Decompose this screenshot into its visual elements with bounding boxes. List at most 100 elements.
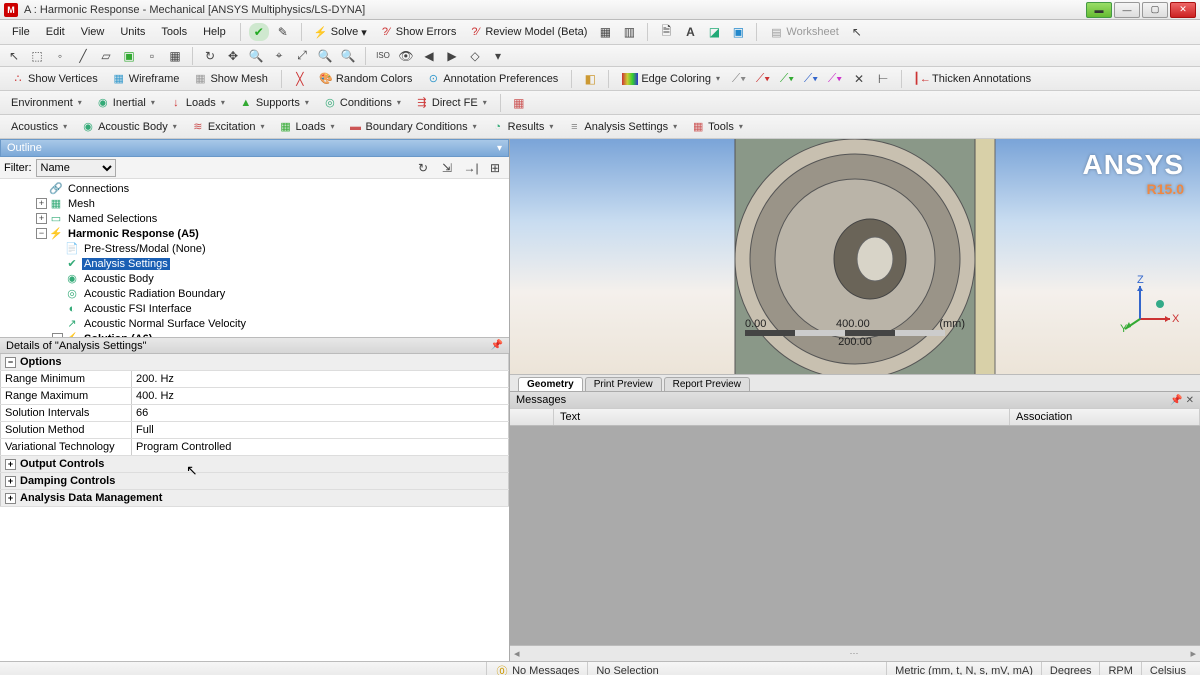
results-button[interactable]: ◔Results▾ bbox=[486, 118, 559, 136]
pan-icon[interactable]: ✥ bbox=[223, 47, 243, 65]
edge3-icon[interactable]: ⟋▾ bbox=[777, 70, 797, 88]
messages-pin-icon[interactable]: 📌 ✕ bbox=[1170, 395, 1194, 406]
tree-node-label[interactable]: Acoustic Radiation Boundary bbox=[82, 288, 227, 300]
tree-node[interactable]: 🔗Connections bbox=[0, 181, 509, 196]
show-errors-button[interactable]: ?⁄Show Errors bbox=[375, 23, 461, 41]
status-units[interactable]: Metric (mm, t, N, s, mV, mA) bbox=[886, 662, 1041, 675]
select-box-icon[interactable]: ⬚ bbox=[27, 47, 47, 65]
tree-node[interactable]: ◐Acoustic FSI Interface bbox=[0, 301, 509, 316]
select-face-icon[interactable]: ▱ bbox=[96, 47, 116, 65]
details-value[interactable]: 200. Hz bbox=[132, 371, 509, 387]
tree-node[interactable]: +▭Named Selections bbox=[0, 211, 509, 226]
details-group-header[interactable]: +Analysis Data Management bbox=[0, 490, 509, 507]
check-icon[interactable]: ✔ bbox=[249, 23, 269, 41]
conditions-button[interactable]: ◎Conditions▾ bbox=[318, 94, 406, 112]
solve-button[interactable]: ⚡Solve▾ bbox=[310, 23, 371, 41]
doc-icon[interactable]: 🗎 bbox=[656, 23, 676, 41]
analysis-settings-button[interactable]: ≡Analysis Settings▾ bbox=[562, 118, 682, 136]
acoustic-body-button[interactable]: ◉Acoustic Body▾ bbox=[76, 118, 182, 136]
group-expander[interactable]: + bbox=[5, 459, 16, 470]
orientation-triad[interactable]: X Z Y bbox=[1120, 274, 1180, 334]
tree-node-label[interactable]: Analysis Settings bbox=[82, 258, 170, 270]
edge1-icon[interactable]: ⟋▾ bbox=[729, 70, 749, 88]
details-row[interactable]: Solution Intervals66 bbox=[0, 405, 509, 422]
edge-coloring-button[interactable]: Edge Coloring▾ bbox=[617, 71, 725, 87]
details-group-header[interactable]: +Output Controls bbox=[0, 456, 509, 473]
details-group-header[interactable]: −Options bbox=[0, 354, 509, 371]
thicken-annotations-button[interactable]: ┃←Thicken Annotations bbox=[910, 70, 1036, 88]
letter-a-icon[interactable]: A bbox=[680, 23, 700, 41]
magnify-minus-icon[interactable]: 🔍 bbox=[338, 47, 358, 65]
select-node-icon[interactable]: ▫ bbox=[142, 47, 162, 65]
group-expander[interactable]: + bbox=[5, 476, 16, 487]
close-button[interactable]: ✕ bbox=[1170, 2, 1196, 18]
tree-expander[interactable]: + bbox=[36, 213, 47, 224]
minimize-button[interactable]: — bbox=[1114, 2, 1140, 18]
3d-viewport[interactable]: ANSYS R15.0 0.00 400 bbox=[510, 139, 1200, 374]
table-icon[interactable]: ▦ bbox=[509, 94, 529, 112]
expand-all-icon[interactable]: ⇲ bbox=[437, 159, 457, 177]
iso-view-icon[interactable]: ISO bbox=[373, 47, 393, 65]
details-value[interactable]: Program Controlled bbox=[132, 439, 509, 455]
group-expander[interactable]: + bbox=[5, 493, 16, 504]
select-body-icon[interactable]: ▣ bbox=[119, 47, 139, 65]
supports-button[interactable]: ▲Supports▾ bbox=[234, 94, 314, 112]
zoom-icon[interactable]: 🔍 bbox=[246, 47, 266, 65]
annotation-prefs-button[interactable]: ⊙Annotation Preferences bbox=[421, 70, 563, 88]
ruler-icon[interactable]: ╳ bbox=[290, 70, 310, 88]
next-view-icon[interactable]: ▶ bbox=[442, 47, 462, 65]
menu-edit[interactable]: Edit bbox=[40, 24, 71, 40]
menu-tools[interactable]: Tools bbox=[155, 24, 193, 40]
details-row[interactable]: Solution MethodFull bbox=[0, 422, 509, 439]
tree-node-label[interactable]: Acoustic Normal Surface Velocity bbox=[82, 318, 248, 330]
edge-h-icon[interactable]: ⊢ bbox=[873, 70, 893, 88]
boundary-conditions-button[interactable]: ▬Boundary Conditions▾ bbox=[344, 118, 482, 136]
show-vertices-button[interactable]: ∴Show Vertices bbox=[6, 70, 103, 88]
details-row[interactable]: Range Maximum400. Hz bbox=[0, 388, 509, 405]
cursor-icon[interactable]: ↖ bbox=[847, 23, 867, 41]
edge-cross-icon[interactable]: ✕ bbox=[849, 70, 869, 88]
select-arrow-icon[interactable]: ↖ bbox=[4, 47, 24, 65]
tree-node-label[interactable]: Connections bbox=[66, 183, 131, 195]
tab-print-preview[interactable]: Print Preview bbox=[585, 377, 662, 391]
tree-node[interactable]: ◉Acoustic Body bbox=[0, 271, 509, 286]
camera-icon[interactable]: ▣ bbox=[728, 23, 748, 41]
magnify-plus-icon[interactable]: 🔍 bbox=[315, 47, 335, 65]
details-value[interactable]: 400. Hz bbox=[132, 388, 509, 404]
tree-node-label[interactable]: Harmonic Response (A5) bbox=[66, 228, 201, 240]
menu-view[interactable]: View bbox=[75, 24, 111, 40]
review-model-button[interactable]: ?⁄Review Model (Beta) bbox=[464, 23, 591, 41]
group-expander[interactable]: − bbox=[5, 357, 16, 368]
details-value[interactable]: Full bbox=[132, 422, 509, 438]
tree-expander[interactable]: + bbox=[36, 198, 47, 209]
tree-node-label[interactable]: Named Selections bbox=[66, 213, 159, 225]
tree-node[interactable]: ◎Acoustic Radiation Boundary bbox=[0, 286, 509, 301]
help-ribbon-button[interactable]: ▬ bbox=[1086, 2, 1112, 18]
maximize-button[interactable]: ▢ bbox=[1142, 2, 1168, 18]
tab-geometry[interactable]: Geometry bbox=[518, 377, 583, 391]
details-value[interactable]: 66 bbox=[132, 405, 509, 421]
acoustic-tools-button[interactable]: ▦Tools▾ bbox=[686, 118, 748, 136]
tree-node[interactable]: +▦Mesh bbox=[0, 196, 509, 211]
rotate-icon[interactable]: ↻ bbox=[200, 47, 220, 65]
zoom-fit-icon[interactable]: ⤢ bbox=[292, 47, 312, 65]
acoustics-button[interactable]: Acoustics▾ bbox=[6, 119, 72, 135]
edge5-icon[interactable]: ⟋▾ bbox=[825, 70, 845, 88]
msg-col-icon[interactable] bbox=[510, 409, 554, 425]
wand-icon[interactable]: ✎ bbox=[273, 23, 293, 41]
chart-icon[interactable]: ◪ bbox=[704, 23, 724, 41]
tree-expander[interactable]: − bbox=[36, 228, 47, 239]
view-cube-icon[interactable]: ◇ bbox=[465, 47, 485, 65]
outline-tree[interactable]: 🔗Connections+▦Mesh+▭Named Selections−⚡Ha… bbox=[0, 179, 509, 337]
select-vertex-icon[interactable]: ◦ bbox=[50, 47, 70, 65]
select-edge-icon[interactable]: ╱ bbox=[73, 47, 93, 65]
menu-units[interactable]: Units bbox=[114, 24, 151, 40]
menu-file[interactable]: File bbox=[6, 24, 36, 40]
show-mesh-button[interactable]: ▦Show Mesh bbox=[188, 70, 272, 88]
loads-button[interactable]: ↓Loads▾ bbox=[164, 94, 230, 112]
tree-node[interactable]: −⚡Harmonic Response (A5) bbox=[0, 226, 509, 241]
zoom-box-icon[interactable]: ⌖ bbox=[269, 47, 289, 65]
tab-report-preview[interactable]: Report Preview bbox=[664, 377, 750, 391]
tree-node-label[interactable]: Acoustic FSI Interface bbox=[82, 303, 194, 315]
add-icon[interactable]: ⊞ bbox=[485, 159, 505, 177]
